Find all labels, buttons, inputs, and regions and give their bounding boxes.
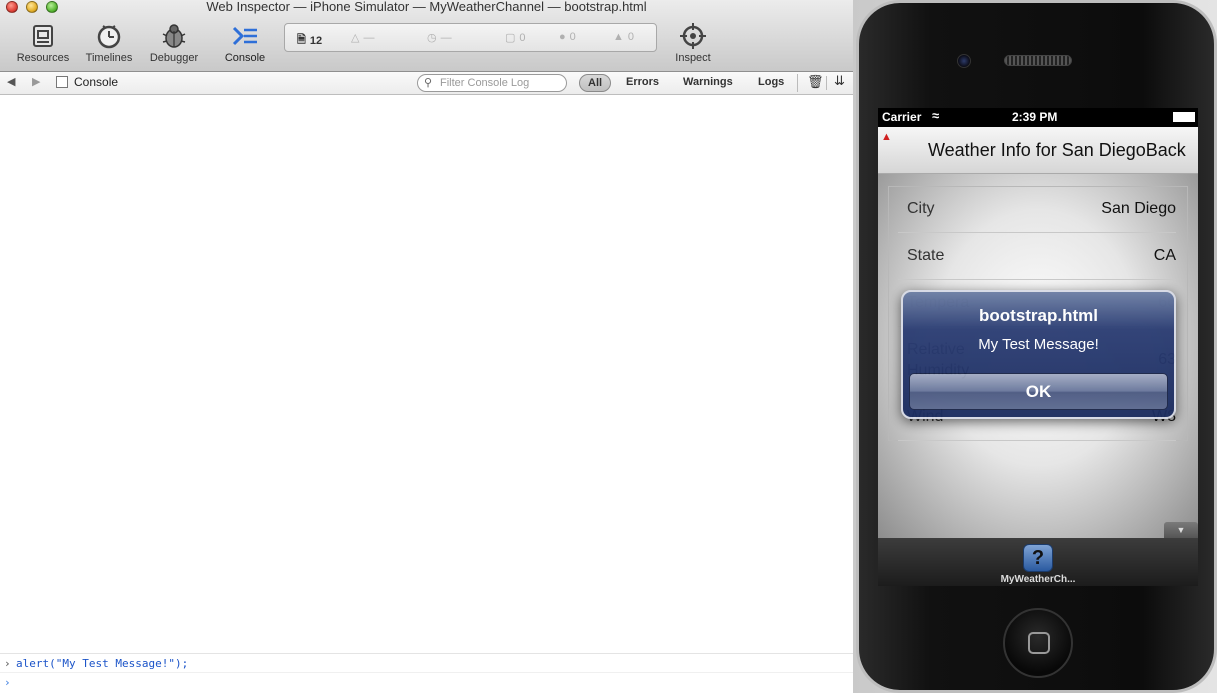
forward-arrow-icon[interactable]: ▶ <box>32 75 40 88</box>
console-entry-text: alert("My Test Message!"); <box>16 657 189 670</box>
error-count[interactable]: ● 0 <box>559 31 576 43</box>
chevron-down-icon[interactable]: ▼ <box>1164 522 1198 538</box>
load-time: △ — <box>351 31 375 45</box>
home-square-icon <box>1028 632 1050 654</box>
console-tab-icon <box>56 76 68 88</box>
multitask-bar: ? MyWeatherCh... <box>878 538 1198 586</box>
camera-icon <box>957 54 971 68</box>
filter-all[interactable]: All <box>579 74 612 92</box>
chevron-double-down-icon[interactable]: ⇊ <box>834 73 845 89</box>
warning-count[interactable]: ▲ 0 <box>613 31 634 43</box>
table-row: City San Diego <box>898 186 1176 233</box>
console-icon <box>232 26 257 46</box>
bug-icon <box>162 24 186 48</box>
inspect-button[interactable]: Inspect <box>663 22 723 64</box>
resource-count: 🗎 12 <box>297 31 322 50</box>
alert-message: My Test Message! <box>978 336 1099 353</box>
alert-dialog: bootstrap.html My Test Message! OK <box>901 290 1176 419</box>
log-count[interactable]: ▢ 0 <box>505 31 526 45</box>
row-value: CA <box>1153 247 1176 264</box>
resources-icon <box>33 25 53 47</box>
resource-count-value: 12 <box>309 34 323 47</box>
log-count-value: 0 <box>519 31 526 44</box>
warning-icon: ▲ <box>881 131 892 143</box>
activity-viewer: 🗎 12 △ — ◷ — ▢ 0 ● 0 ▲ 0 <box>284 23 657 52</box>
zoom-window-button[interactable] <box>46 1 58 13</box>
timelines-label: Timelines <box>85 52 133 64</box>
warning-count-value: 0 <box>627 31 635 43</box>
close-window-button[interactable] <box>6 1 18 13</box>
filter-console-input[interactable]: ⚲ Filter Console Log <box>417 74 567 92</box>
search-placeholder: Filter Console Log <box>440 77 530 89</box>
app-label: MyWeatherCh... <box>1000 574 1076 585</box>
speaker-grille <box>1004 55 1072 66</box>
clock-label: 2:39 PM <box>1012 110 1058 124</box>
filter-errors[interactable]: Errors <box>626 74 659 92</box>
inspect-label: Inspect <box>675 52 711 64</box>
error-count-value: 0 <box>569 31 576 43</box>
speech-bubble-icon: ▢ <box>505 32 516 44</box>
chevron-right-icon: › <box>4 657 11 670</box>
app-icon[interactable]: ? <box>1023 544 1053 572</box>
clock-icon: ◷ <box>427 32 437 44</box>
duration-value: — <box>440 31 452 44</box>
row-value: San Diego <box>1101 200 1176 217</box>
console-label: Console <box>224 52 266 64</box>
console-log-area[interactable] <box>0 96 853 654</box>
nav-title[interactable]: Weather Info for San DiegoBack <box>928 140 1186 161</box>
toolbar: Web Inspector — iPhone Simulator — MyWea… <box>0 0 853 72</box>
row-key: State <box>907 247 945 264</box>
duration: ◷ — <box>427 31 452 45</box>
prompt-chevron-icon: › <box>4 676 11 689</box>
console-filter-bar: ◀ ▶ Console ⚲ Filter Console Log All Err… <box>0 72 853 95</box>
search-icon: ⚲ <box>424 77 433 89</box>
filter-logs[interactable]: Logs <box>758 74 784 92</box>
divider <box>826 76 827 90</box>
minimize-window-button[interactable] <box>26 1 38 13</box>
error-icon: ● <box>559 31 566 43</box>
timelines-button[interactable]: Timelines <box>79 22 139 64</box>
row-key: City <box>907 200 935 217</box>
crosshair-icon <box>680 23 706 49</box>
back-arrow-icon[interactable]: ◀ <box>7 75 15 88</box>
iphone-screen: Carrier ≈ 2:39 PM ▲ Weather Info for San… <box>878 108 1198 586</box>
resources-button[interactable]: Resources <box>13 22 73 64</box>
resources-label: Resources <box>16 52 70 64</box>
window-title: Web Inspector — iPhone Simulator — MyWea… <box>206 0 647 14</box>
debugger-label: Debugger <box>149 52 199 64</box>
document-icon: 🗎 <box>297 34 306 46</box>
weight-icon: △ <box>351 32 360 44</box>
load-time-value: — <box>363 31 375 44</box>
warning-icon: ▲ <box>613 31 624 43</box>
status-bar: Carrier ≈ 2:39 PM <box>878 108 1198 127</box>
console-entry: › alert("My Test Message!"); <box>0 653 853 672</box>
wifi-icon: ≈ <box>932 108 940 123</box>
console-button[interactable]: Console <box>215 22 275 64</box>
trash-icon[interactable]: 🗑 <box>807 74 824 90</box>
alert-title: bootstrap.html <box>979 306 1098 325</box>
nav-bar: ▲ Weather Info for San DiegoBack <box>878 127 1198 174</box>
debugger-button[interactable]: Debugger <box>144 22 204 64</box>
breadcrumb-console[interactable]: Console <box>74 75 118 89</box>
table-row: State CA <box>898 233 1176 280</box>
carrier-label: Carrier <box>882 110 922 124</box>
home-button[interactable] <box>1003 608 1073 678</box>
battery-icon <box>1173 112 1195 122</box>
window-controls <box>6 1 58 13</box>
timelines-icon <box>97 25 121 49</box>
filter-warnings[interactable]: Warnings <box>683 74 733 92</box>
console-prompt[interactable]: › <box>0 672 853 691</box>
web-inspector-window: Web Inspector — iPhone Simulator — MyWea… <box>0 0 853 693</box>
alert-ok-button[interactable]: OK <box>909 373 1168 410</box>
divider <box>797 74 798 92</box>
question-mark-icon: ? <box>1031 547 1045 569</box>
